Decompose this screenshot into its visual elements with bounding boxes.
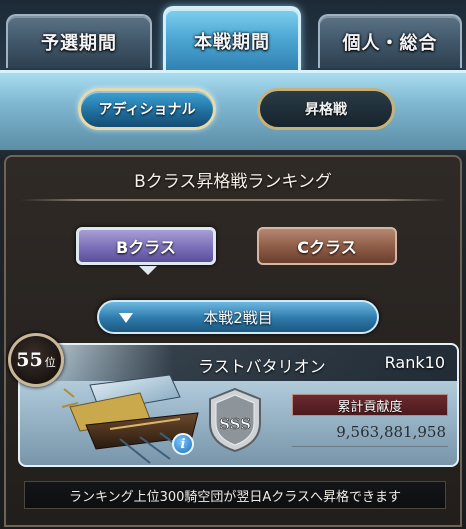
crew-rank: Rank10 xyxy=(384,353,445,372)
rank-number: 55 xyxy=(16,349,43,371)
round-dropdown[interactable]: 本戦2戦目 xyxy=(97,300,379,334)
grade-text: SSS xyxy=(219,415,251,433)
promotion-button[interactable]: 昇格戦 xyxy=(257,88,395,130)
tab-individual-total[interactable]: 個人・総合 xyxy=(318,14,462,68)
contribution-label: 累計貢献度 xyxy=(292,394,448,416)
grade-badge: SSS xyxy=(209,387,261,453)
c-class-button[interactable]: Cクラス xyxy=(257,227,397,265)
rank-position-badge: 55 位 xyxy=(8,333,64,387)
additional-button[interactable]: アディショナル xyxy=(78,88,216,130)
rank-unit: 位 xyxy=(44,356,56,369)
contribution-value-row: 9,563,881,958 xyxy=(292,421,448,447)
round-dropdown-value: 本戦2戦目 xyxy=(203,308,273,327)
info-icon[interactable]: i xyxy=(172,433,194,455)
ranking-entry-card[interactable]: ラストバタリオン Rank10 i SSS 累計貢献度 9,563,881,95… xyxy=(18,343,459,467)
tab-label: 予選期間 xyxy=(41,33,117,54)
crew-name: ラストバタリオン xyxy=(198,357,326,376)
tab-label: 個人・総合 xyxy=(342,33,438,54)
contribution-value: 9,563,881,958 xyxy=(336,423,446,441)
tab-finals[interactable]: 本戦期間 xyxy=(163,6,301,72)
selected-pointer-icon xyxy=(139,266,157,275)
triangle-down-icon xyxy=(119,313,133,323)
mode-bar: アディショナル 昇格戦 xyxy=(0,70,466,150)
tab-bar: 予選期間 本戦期間 個人・総合 xyxy=(0,0,466,74)
tab-label: 本戦期間 xyxy=(194,31,270,53)
tab-preliminary[interactable]: 予選期間 xyxy=(6,14,152,68)
title-divider xyxy=(20,199,446,201)
promotion-note: ランキング上位300騎空団が翌日Aクラスへ昇格できます xyxy=(24,481,446,509)
panel-title: Bクラス昇格戦ランキング xyxy=(134,172,332,192)
ranking-panel: Bクラス昇格戦ランキング Bクラス Cクラス 本戦2戦目 ラストバタリオン Ra… xyxy=(4,155,462,527)
b-class-button[interactable]: Bクラス xyxy=(76,227,216,265)
